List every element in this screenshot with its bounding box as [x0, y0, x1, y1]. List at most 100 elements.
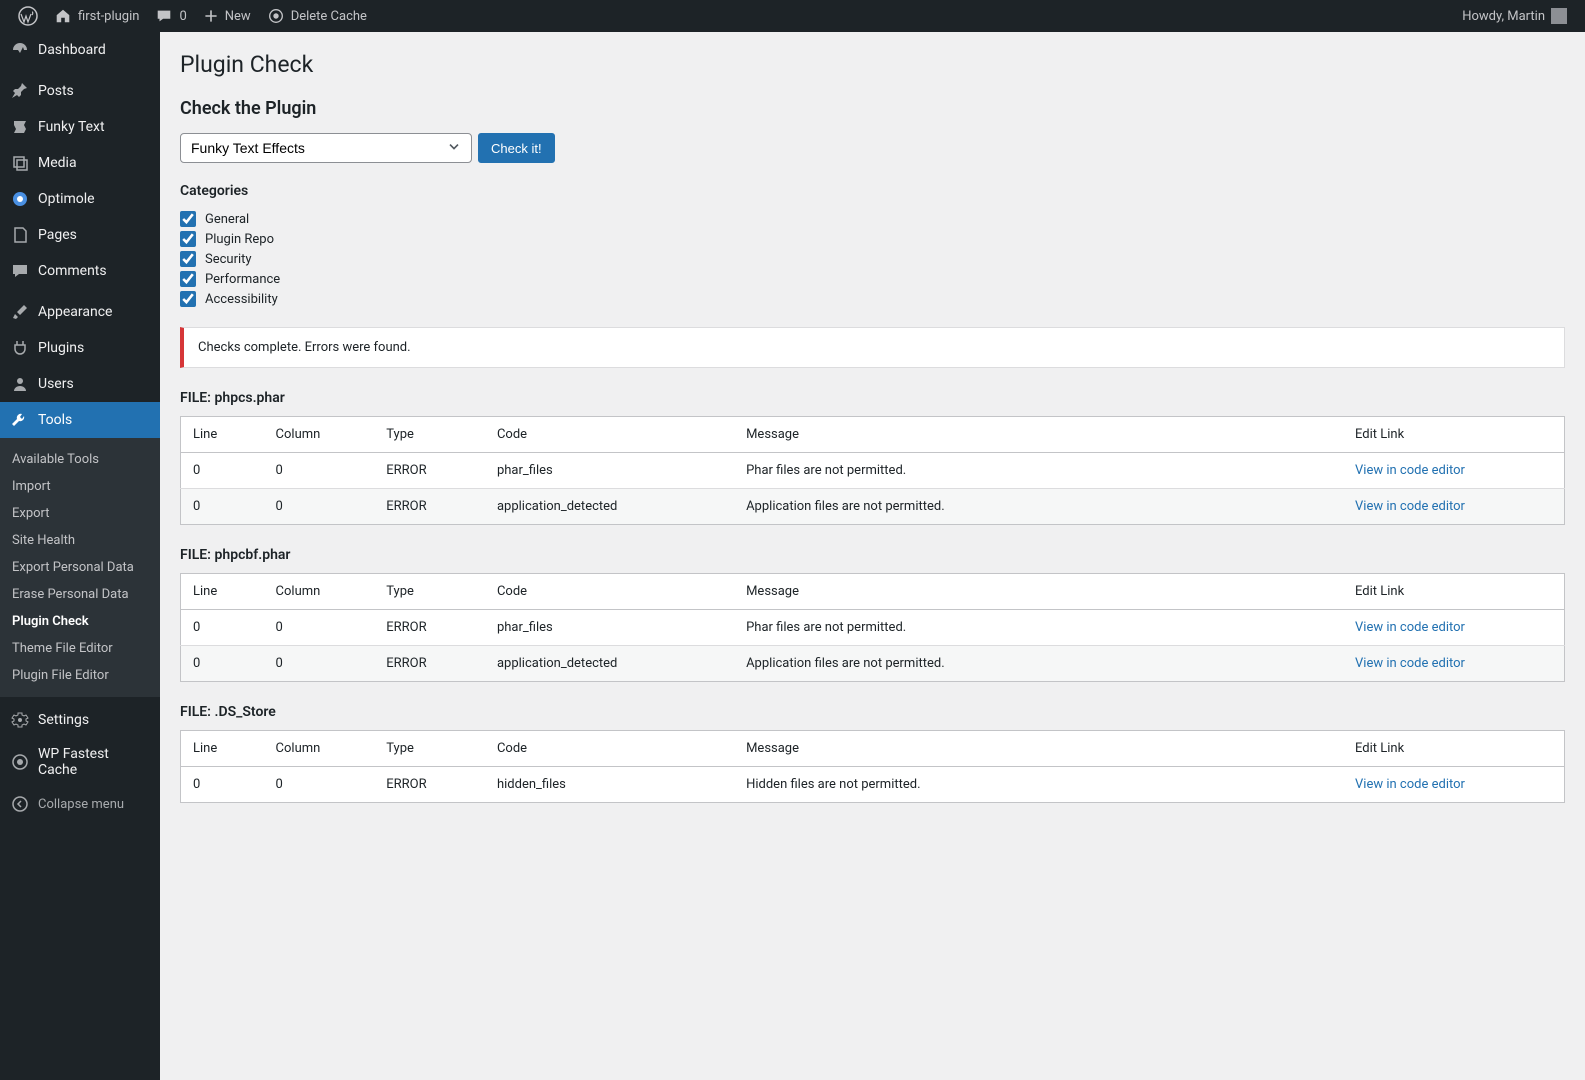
- avatar: [1551, 8, 1567, 24]
- submenu-item-site-health[interactable]: Site Health: [0, 527, 160, 554]
- submenu-item-erase-personal-data[interactable]: Erase Personal Data: [0, 581, 160, 608]
- table-row: 00ERRORapplication_detectedApplication f…: [181, 489, 1565, 525]
- submenu-item-plugin-file-editor[interactable]: Plugin File Editor: [0, 662, 160, 689]
- sidebar-submenu: Available ToolsImportExportSite HealthEx…: [0, 438, 160, 697]
- th-code: Code: [485, 731, 734, 767]
- table-row: 00ERRORphar_filesPhar files are not perm…: [181, 453, 1565, 489]
- check-button[interactable]: Check it!: [478, 133, 555, 163]
- admin-sidebar: Dashboard PostsFunky TextMedia Optimole Pag…: [0, 32, 160, 1080]
- comment-icon: [155, 7, 173, 25]
- view-code-link[interactable]: View in code editor: [1355, 777, 1465, 792]
- submenu-item-available-tools[interactable]: Available Tools: [0, 446, 160, 473]
- cell-column: 0: [264, 646, 375, 682]
- settings-icon: [10, 710, 30, 730]
- delete-cache-label: Delete Cache: [291, 9, 367, 24]
- new-label: New: [225, 9, 251, 24]
- cell-line: 0: [181, 767, 264, 803]
- plugin-select-wrap: Funky Text Effects: [180, 133, 472, 163]
- submenu-item-export-personal-data[interactable]: Export Personal Data: [0, 554, 160, 581]
- subtitle: Check the Plugin: [180, 98, 1565, 119]
- th-type: Type: [374, 574, 485, 610]
- sidebar-item-label: Optimole: [38, 191, 95, 207]
- category-accessibility[interactable]: Accessibility: [180, 291, 1565, 307]
- th-edit: Edit Link: [1343, 574, 1564, 610]
- collapse-menu[interactable]: Collapse menu: [0, 786, 160, 822]
- sidebar-item-media[interactable]: Media: [0, 145, 160, 181]
- sidebar-item-label: Tools: [38, 412, 72, 428]
- cell-message: Application files are not permitted.: [734, 489, 1343, 525]
- view-code-link[interactable]: View in code editor: [1355, 499, 1465, 514]
- notice-error: Checks complete. Errors were found.: [180, 327, 1565, 368]
- wp-logo[interactable]: [10, 0, 46, 32]
- view-code-link[interactable]: View in code editor: [1355, 620, 1465, 635]
- th-message: Message: [734, 731, 1343, 767]
- admin-bar: first-plugin 0 New Delete Cache Howdy, M…: [0, 0, 1585, 32]
- cell-code: phar_files: [485, 453, 734, 489]
- cell-column: 0: [264, 610, 375, 646]
- cell-type: ERROR: [374, 646, 485, 682]
- category-checkbox[interactable]: [180, 251, 196, 267]
- category-checkbox[interactable]: [180, 211, 196, 227]
- cell-type: ERROR: [374, 489, 485, 525]
- cell-column: 0: [264, 453, 375, 489]
- media-icon: [10, 153, 30, 173]
- category-general[interactable]: General: [180, 211, 1565, 227]
- submenu-item-theme-file-editor[interactable]: Theme File Editor: [0, 635, 160, 662]
- category-performance[interactable]: Performance: [180, 271, 1565, 287]
- sidebar-item-posts[interactable]: Posts: [0, 73, 160, 109]
- user-icon: [10, 374, 30, 394]
- wpfc-icon: [10, 752, 30, 772]
- view-code-link[interactable]: View in code editor: [1355, 463, 1465, 478]
- th-column: Column: [264, 417, 375, 453]
- th-column: Column: [264, 731, 375, 767]
- howdy-link[interactable]: Howdy, Martin: [1454, 0, 1575, 32]
- sidebar-item-tools[interactable]: Tools: [0, 402, 160, 438]
- category-checkbox[interactable]: [180, 291, 196, 307]
- plugin-select[interactable]: Funky Text Effects: [180, 133, 472, 163]
- table-row: 00ERRORapplication_detectedApplication f…: [181, 646, 1565, 682]
- th-message: Message: [734, 574, 1343, 610]
- submenu-item-import[interactable]: Import: [0, 473, 160, 500]
- th-column: Column: [264, 574, 375, 610]
- category-label: Performance: [205, 272, 280, 287]
- notice-text: Checks complete. Errors were found.: [198, 340, 411, 355]
- sidebar-item-appearance[interactable]: Appearance: [0, 294, 160, 330]
- sidebar-item-funky-text[interactable]: Funky Text: [0, 109, 160, 145]
- category-label: General: [205, 212, 249, 227]
- category-security[interactable]: Security: [180, 251, 1565, 267]
- view-code-link[interactable]: View in code editor: [1355, 656, 1465, 671]
- file-heading: FILE: phpcbf.phar: [180, 547, 1565, 563]
- sidebar-item-label: Plugins: [38, 340, 84, 356]
- collapse-label: Collapse menu: [38, 797, 124, 812]
- cell-type: ERROR: [374, 610, 485, 646]
- submenu-item-export[interactable]: Export: [0, 500, 160, 527]
- new-content-link[interactable]: New: [195, 0, 259, 32]
- submenu-item-plugin-check[interactable]: Plugin Check: [0, 608, 160, 635]
- file-name: .DS_Store: [215, 704, 276, 720]
- category-label: Accessibility: [205, 292, 278, 307]
- file-name: phpcbf.phar: [215, 547, 291, 563]
- file-heading: FILE: phpcs.phar: [180, 390, 1565, 406]
- sidebar-item-dashboard[interactable]: Dashboard: [0, 32, 160, 68]
- delete-cache-link[interactable]: Delete Cache: [259, 0, 375, 32]
- pin-icon: [10, 81, 30, 101]
- category-checkbox[interactable]: [180, 271, 196, 287]
- table-header-row: LineColumnTypeCodeMessageEdit Link: [181, 574, 1565, 610]
- category-checkbox[interactable]: [180, 231, 196, 247]
- comments-link[interactable]: 0: [147, 0, 194, 32]
- dashboard-icon: [10, 40, 30, 60]
- sidebar-item-wp-fastest-cache[interactable]: WP Fastest Cache: [0, 738, 160, 786]
- sidebar-item-users[interactable]: Users: [0, 366, 160, 402]
- cell-edit: View in code editor: [1343, 646, 1564, 682]
- sidebar-item-comments[interactable]: Comments: [0, 253, 160, 289]
- sidebar-item-pages[interactable]: Pages: [0, 217, 160, 253]
- comment-icon: [10, 261, 30, 281]
- howdy-text: Howdy, Martin: [1462, 9, 1545, 24]
- sidebar-item-label: Dashboard: [38, 42, 106, 58]
- site-name-link[interactable]: first-plugin: [46, 0, 147, 32]
- category-plugin-repo[interactable]: Plugin Repo: [180, 231, 1565, 247]
- sidebar-item-plugins[interactable]: Plugins: [0, 330, 160, 366]
- cell-message: Phar files are not permitted.: [734, 610, 1343, 646]
- sidebar-item-optimole[interactable]: Optimole: [0, 181, 160, 217]
- sidebar-item-settings[interactable]: Settings: [0, 702, 160, 738]
